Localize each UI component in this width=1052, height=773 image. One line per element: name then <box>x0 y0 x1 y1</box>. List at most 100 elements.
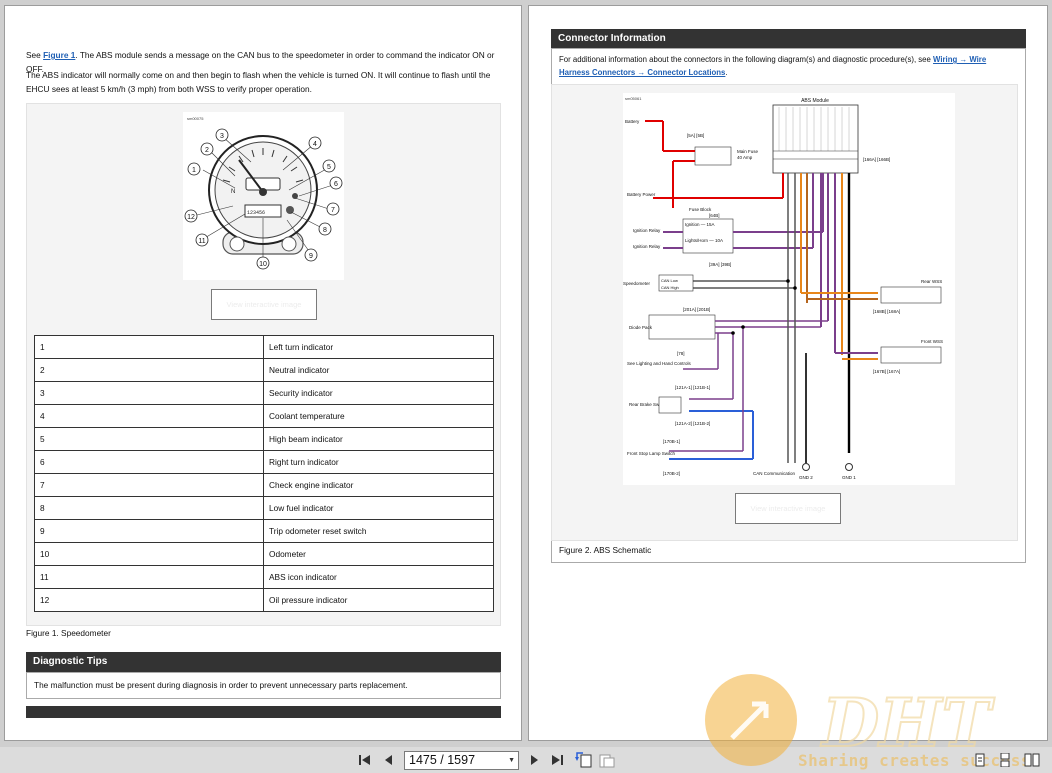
last-page-button[interactable] <box>550 753 564 767</box>
table-row: 2 Neutral indicator <box>34 358 494 382</box>
watermark-slogan: Sharing creates success <box>798 751 1032 770</box>
dropdown-arrow-icon: ▼ <box>508 757 515 764</box>
callout-5: 5 <box>327 164 331 171</box>
intro-text-prefix: See <box>26 50 44 60</box>
go-back-icon <box>575 752 592 768</box>
can-high-label: CAN High <box>661 285 679 290</box>
lighting-ref: [78] <box>677 351 685 356</box>
legend-number: 1 <box>34 335 264 359</box>
next-page-icon <box>531 755 538 765</box>
table-row: 10 Odometer <box>34 542 494 566</box>
figure-2-caption: Figure 2. ABS Schematic <box>559 545 652 555</box>
previous-page-button[interactable] <box>382 753 396 767</box>
battery-power-label: Battery Power <box>627 192 656 197</box>
gnd-2-label: GND 2 <box>799 475 813 480</box>
speedometer-label: Speedometer <box>623 281 651 286</box>
legend-number: 11 <box>34 565 264 589</box>
front-wss-label: Front WSS <box>921 339 943 344</box>
can-communication-label: CAN Communication <box>753 471 796 476</box>
diode-pack-ref: [201A] [201B] <box>683 307 710 312</box>
page-number-select[interactable]: 1475 / 1597 ▼ <box>404 751 519 770</box>
main-fuse-ref: [5A] [5B] <box>687 133 704 138</box>
lighting-controls-label: See Lighting and Hand Controls <box>627 361 692 366</box>
figure-2-container: sm05061 ABS Module [166A] [166B] Battery… <box>551 84 1018 541</box>
connector-information-heading: Connector Information <box>551 29 1026 48</box>
table-row: 1 Left turn indicator <box>34 335 494 359</box>
go-forward-button[interactable] <box>598 752 616 768</box>
callout-4: 4 <box>313 141 317 148</box>
abs-module-block <box>772 104 859 174</box>
callout-9: 9 <box>309 253 313 260</box>
speedometer-connector-ref: [39A] [39B] <box>709 262 731 267</box>
continuous-view-button[interactable] <box>998 752 1012 768</box>
legend-label: Trip odometer reset switch <box>263 519 494 543</box>
callout-3: 3 <box>220 133 224 140</box>
previous-page-icon <box>385 755 392 765</box>
svg-text:123456: 123456 <box>247 210 265 216</box>
legend-number: 9 <box>34 519 264 543</box>
callout-6: 6 <box>334 181 338 188</box>
first-page-button[interactable] <box>358 753 372 767</box>
connector-intro-prefix: For additional information about the con… <box>559 55 934 64</box>
main-fuse-amp: 40 Amp <box>737 155 753 160</box>
connector-intro-suffix: . <box>725 68 728 77</box>
figure-id-label: sm00075 <box>187 116 204 121</box>
front-stop-label: Front Stop Lamp Switch <box>627 451 676 456</box>
table-row: 3 Security indicator <box>34 381 494 405</box>
legend-number: 8 <box>34 496 264 520</box>
rear-wss-label: Rear WSS <box>921 279 942 284</box>
legend-label: Left turn indicator <box>263 335 494 359</box>
callout-11: 11 <box>198 238 205 245</box>
front-stop-ref-2: [170B-2] <box>663 471 680 476</box>
two-page-view-button[interactable] <box>1024 753 1040 767</box>
single-page-view-button[interactable] <box>973 753 987 767</box>
view-interactive-image-button[interactable]: View interactive image <box>211 289 317 320</box>
legend-number: 3 <box>34 381 264 405</box>
rear-wss-ref: [168B] [168A] <box>873 309 900 314</box>
table-row: 4 Coolant temperature <box>34 404 494 428</box>
table-row: 5 High beam indicator <box>34 427 494 451</box>
diagnostic-tips-heading: Diagnostic Tips <box>26 652 501 672</box>
gnd-1-label: GND 1 <box>842 475 856 480</box>
legend-number: 2 <box>34 358 264 382</box>
callout-12: 12 <box>187 214 195 221</box>
rear-brake-ref-2: [121A-2] [121B-2] <box>675 421 710 426</box>
view-interactive-image-button-2[interactable]: View interactive image <box>735 493 841 524</box>
single-page-icon <box>975 753 985 767</box>
battery-label: Battery <box>625 119 640 124</box>
diode-pack-label: Diode Pack <box>629 325 653 330</box>
callout-8: 8 <box>323 227 327 234</box>
legend-label: Security indicator <box>263 381 494 405</box>
abs-module-label: ABS Module <box>801 98 829 104</box>
table-row: 11 ABS icon indicator <box>34 565 494 589</box>
speedometer-legend-table: 1 Left turn indicator 2 Neutral indicator … <box>34 335 494 612</box>
legend-number: 12 <box>34 588 264 612</box>
legend-number: 10 <box>34 542 264 566</box>
go-back-button[interactable] <box>575 752 593 768</box>
diagnostic-tips-text: The malfunction must be present during d… <box>34 680 408 690</box>
lights-fuse-label: Lights/Horn — 10A <box>685 238 723 243</box>
abs-schematic-diagram: sm05061 ABS Module [166A] [166B] Battery… <box>623 96 943 480</box>
legend-number: 4 <box>34 404 264 428</box>
front-stop-ref: [170B-1] <box>663 439 680 444</box>
legend-label: Neutral indicator <box>263 358 494 382</box>
diagnostic-tips-box: The malfunction must be present during d… <box>26 672 501 699</box>
continuous-page-icon <box>1000 752 1010 768</box>
abs-schematic-figure: sm05061 ABS Module [166A] [166B] Battery… <box>623 93 955 485</box>
figure-1-container: sm00075 123456 N 1 2 3 4 5 6 7 8 9 10 11… <box>26 103 501 626</box>
next-section-header-bar <box>26 706 501 718</box>
legend-label: Oil pressure indicator <box>263 588 494 612</box>
connector-intro-paragraph: For additional information about the con… <box>559 53 999 79</box>
next-page-button[interactable] <box>527 753 541 767</box>
speedometer-illustration: sm00075 123456 N 1 2 3 4 5 6 7 8 9 10 11… <box>184 116 343 270</box>
abs-indicator-paragraph: The ABS indicator will normally come on … <box>26 70 491 94</box>
table-row: 7 Check engine indicator <box>34 473 494 497</box>
legend-number: 5 <box>34 427 264 451</box>
document-page-left: See Figure 1. The ABS module sends a mes… <box>4 5 522 741</box>
legend-number: 6 <box>34 450 264 474</box>
last-page-icon <box>552 755 563 765</box>
ignition-relay-label-1: Ignition Relay <box>633 228 661 233</box>
front-wss-ref: [167B] [167A] <box>873 369 900 374</box>
figure-1-link[interactable]: Figure 1 <box>43 50 75 60</box>
table-row: 9 Trip odometer reset switch <box>34 519 494 543</box>
